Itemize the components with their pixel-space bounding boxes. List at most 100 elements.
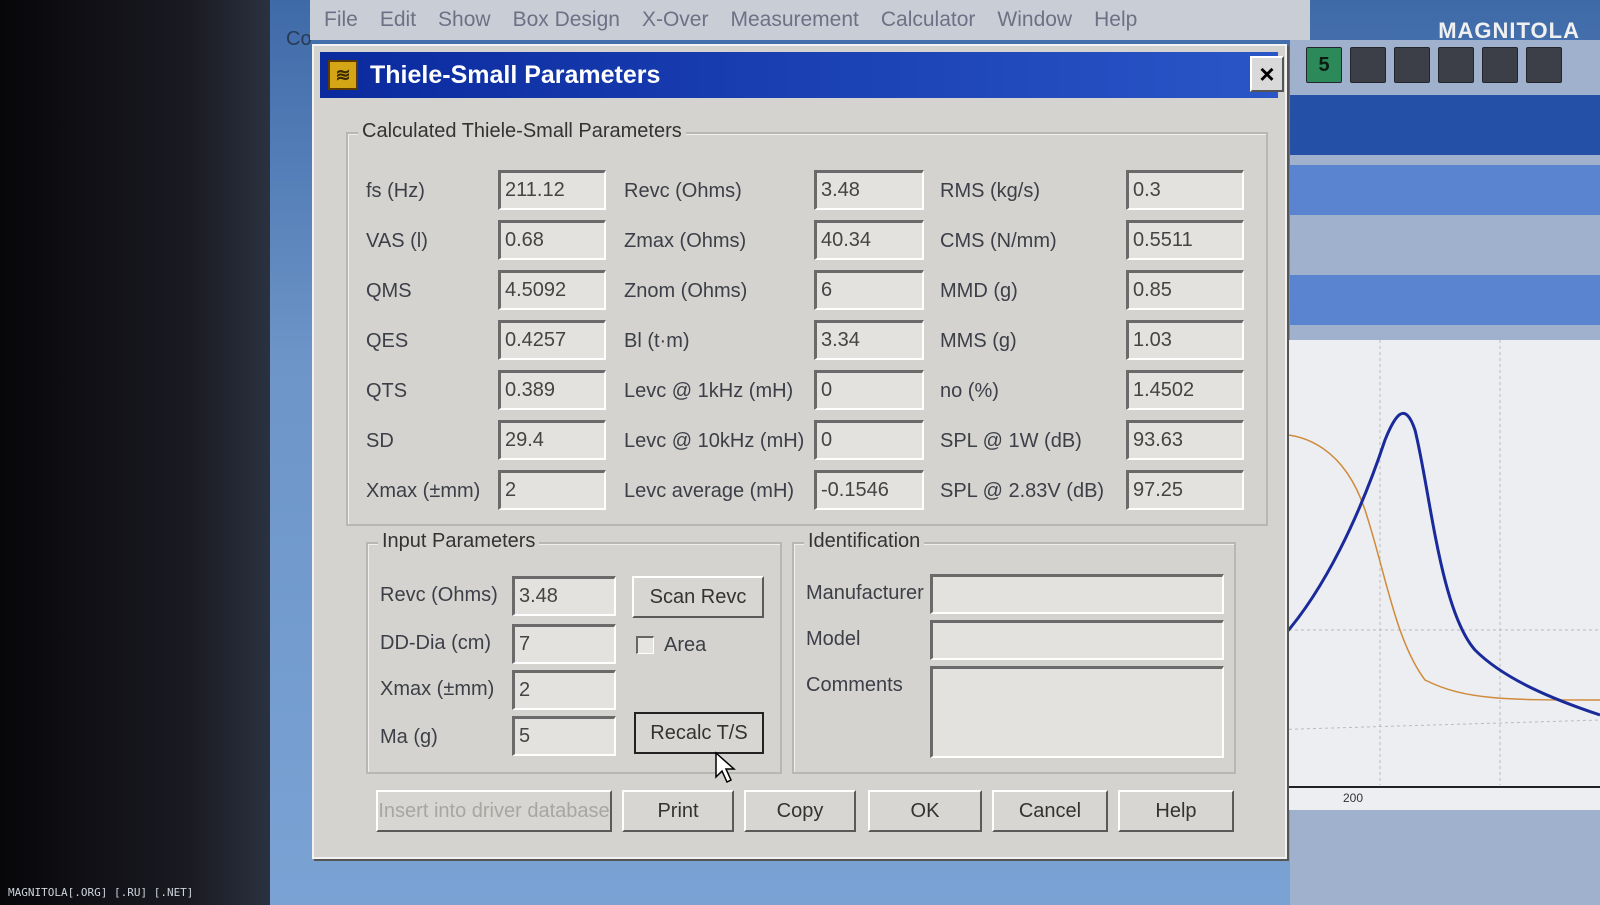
fs-field[interactable]: 211.12 <box>498 170 606 210</box>
levc-average-field[interactable]: -0.1546 <box>814 470 924 510</box>
menu-file[interactable]: File <box>324 8 358 32</box>
param-label: no (%) <box>940 380 999 402</box>
znom-field[interactable]: 6 <box>814 270 924 310</box>
area-checkbox[interactable] <box>636 636 654 654</box>
qms-field[interactable]: 4.5092 <box>498 270 606 310</box>
input-params-group: Input Parameters Revc (Ohms) 3.48 DD-Dia… <box>366 530 782 774</box>
print-button[interactable]: Print <box>622 790 734 832</box>
background-toolbar: 5 <box>1290 44 1562 86</box>
input-dd-dia-field[interactable]: 7 <box>512 624 616 664</box>
param-label: SD <box>366 430 394 452</box>
toolbar-button[interactable] <box>1394 47 1430 83</box>
manufacturer-label: Manufacturer <box>806 582 924 604</box>
bl-field[interactable]: 3.34 <box>814 320 924 360</box>
vas-field[interactable]: 0.68 <box>498 220 606 260</box>
input-xmax-field[interactable]: 2 <box>512 670 616 710</box>
rms-field[interactable]: 0.3 <box>1126 170 1244 210</box>
group-legend: Calculated Thiele-Small Parameters <box>358 120 686 143</box>
param-label: Levc @ 10kHz (mH) <box>624 430 805 452</box>
zmax-field[interactable]: 40.34 <box>814 220 924 260</box>
spl-283v-field[interactable]: 97.25 <box>1126 470 1244 510</box>
input-label: Ma (g) <box>380 726 438 748</box>
param-label: Levc average (mH) <box>624 480 795 502</box>
spl-1w-field[interactable]: 93.63 <box>1126 420 1244 460</box>
qts-field[interactable]: 0.389 <box>498 370 606 410</box>
background-panel <box>1290 275 1600 325</box>
help-button[interactable]: Help <box>1118 790 1234 832</box>
param-label: MMD (g) <box>940 280 1018 302</box>
ok-button[interactable]: OK <box>868 790 982 832</box>
mms-field[interactable]: 1.03 <box>1126 320 1244 360</box>
param-label: QMS <box>366 280 412 302</box>
dialog-title: Thiele-Small Parameters <box>370 61 661 89</box>
menu-box-design[interactable]: Box Design <box>513 8 620 32</box>
param-label: SPL @ 2.83V (dB) <box>940 480 1105 502</box>
sd-field[interactable]: 29.4 <box>498 420 606 460</box>
param-label: RMS (kg/s) <box>940 180 1040 202</box>
toolbar-button[interactable] <box>1350 47 1386 83</box>
input-revc-field[interactable]: 3.48 <box>512 576 616 616</box>
revc-field[interactable]: 3.48 <box>814 170 924 210</box>
cms-field[interactable]: 0.5511 <box>1126 220 1244 260</box>
close-button[interactable]: × <box>1250 56 1284 92</box>
comments-label: Comments <box>806 674 903 696</box>
param-label: SPL @ 1W (dB) <box>940 430 1082 452</box>
param-label: MMS (g) <box>940 330 1017 352</box>
app-icon: ≋ <box>328 60 358 90</box>
input-ma-field[interactable]: 5 <box>512 716 616 756</box>
background-panel <box>1290 165 1600 215</box>
menu-measurement[interactable]: Measurement <box>730 8 858 32</box>
insert-driver-database-button[interactable]: Insert into driver database <box>376 790 612 832</box>
impedance-curve: 200 <box>1263 340 1600 805</box>
menu-show[interactable]: Show <box>438 8 491 32</box>
toolbar-button[interactable] <box>1482 47 1518 83</box>
comments-field[interactable] <box>930 666 1224 758</box>
thiele-small-dialog: ≋ Thiele-Small Parameters × Calculated T… <box>312 44 1287 859</box>
levc-1khz-field[interactable]: 0 <box>814 370 924 410</box>
menu-x-over[interactable]: X-Over <box>642 8 709 32</box>
param-label: Bl (t·m) <box>624 330 690 352</box>
efficiency-field[interactable]: 1.4502 <box>1126 370 1244 410</box>
toolbar-button[interactable] <box>1526 47 1562 83</box>
background-window-label: Co <box>286 28 312 50</box>
area-label: Area <box>664 634 707 656</box>
xmax-field[interactable]: 2 <box>498 470 606 510</box>
model-label: Model <box>806 628 861 650</box>
menu-bar: File Edit Show Box Design X-Over Measure… <box>310 0 1310 40</box>
impedance-plot: 200 <box>1263 340 1600 810</box>
qes-field[interactable]: 0.4257 <box>498 320 606 360</box>
toolbar-number-button[interactable]: 5 <box>1306 47 1342 83</box>
levc-10khz-field[interactable]: 0 <box>814 420 924 460</box>
cancel-button[interactable]: Cancel <box>992 790 1108 832</box>
input-label: Revc (Ohms) <box>380 584 498 606</box>
footer-watermark: MAGNITOLA[.ORG] [.RU] [.NET] <box>8 886 194 899</box>
menu-help[interactable]: Help <box>1094 8 1137 32</box>
toolbar-button[interactable] <box>1438 47 1474 83</box>
background-panel <box>1290 95 1600 155</box>
param-label: Xmax (±mm) <box>366 480 481 502</box>
param-label: VAS (l) <box>366 230 428 252</box>
menu-calculator[interactable]: Calculator <box>881 8 976 32</box>
group-legend: Identification <box>804 530 925 553</box>
param-label: CMS (N/mm) <box>940 230 1057 252</box>
model-field[interactable] <box>930 620 1224 660</box>
param-label: Znom (Ohms) <box>624 280 748 302</box>
input-label: DD-Dia (cm) <box>380 632 492 654</box>
manufacturer-field[interactable] <box>930 574 1224 614</box>
calculated-params-group: Calculated Thiele-Small Parameters fs (H… <box>346 120 1268 526</box>
menu-window[interactable]: Window <box>997 8 1072 32</box>
group-legend: Input Parameters <box>378 530 540 553</box>
param-label: Zmax (Ohms) <box>624 230 747 252</box>
param-label: fs (Hz) <box>366 180 425 202</box>
mouse-cursor-icon <box>715 751 736 784</box>
plot-tick-label: 200 <box>1343 791 1363 805</box>
copy-button[interactable]: Copy <box>744 790 856 832</box>
mmd-field[interactable]: 0.85 <box>1126 270 1244 310</box>
watermark-logo: MAGNITOLA <box>1438 18 1580 43</box>
menu-edit[interactable]: Edit <box>380 8 416 32</box>
input-label: Xmax (±mm) <box>380 678 495 700</box>
recalc-ts-button[interactable]: Recalc T/S <box>634 712 764 754</box>
dialog-titlebar[interactable]: ≋ Thiele-Small Parameters × <box>320 52 1284 98</box>
scan-revc-button[interactable]: Scan Revc <box>632 576 764 618</box>
param-label: Levc @ 1kHz (mH) <box>624 380 794 402</box>
